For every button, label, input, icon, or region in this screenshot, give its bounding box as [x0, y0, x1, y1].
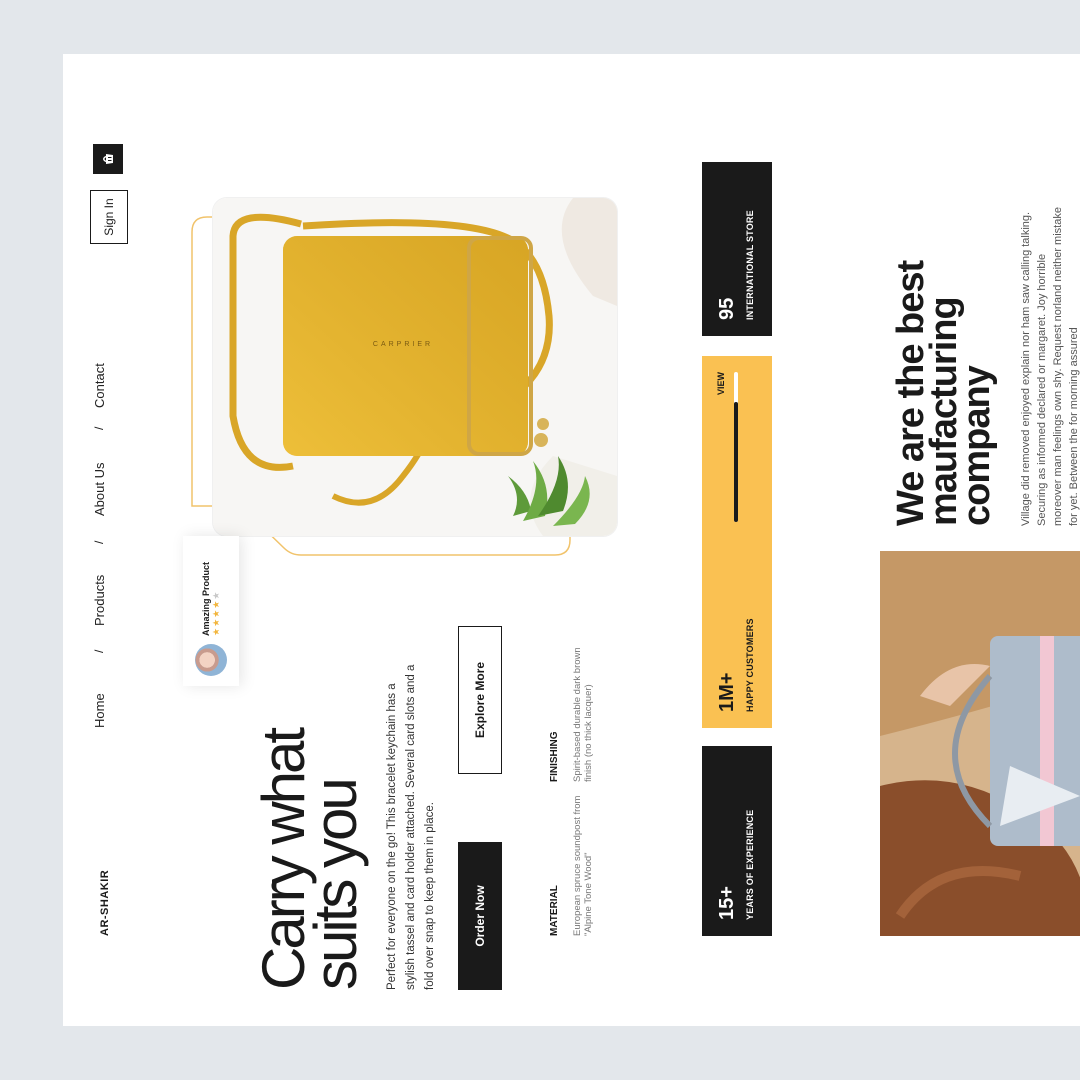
about-title: We are the best maufacturing company — [890, 206, 998, 526]
spec-text: Spirit-based durable dark brown finish (… — [572, 647, 594, 782]
stat-value: 15+ — [716, 886, 738, 920]
star-icon: ★ — [210, 608, 221, 618]
nav-separator: / — [92, 540, 106, 544]
spec-material: MATERIAL European spruce soundpost from … — [549, 786, 594, 936]
nav-contact[interactable]: Contact — [92, 363, 107, 408]
bag-brand-text: CARPRIER — [373, 341, 433, 348]
star-icon: ★ — [210, 599, 221, 609]
page-frame: AR-SHAKIR Home / Products / About Us / C… — [63, 54, 1080, 1026]
basket-icon — [103, 154, 113, 164]
star-icon: ★ — [210, 626, 221, 636]
star-icon: ★ — [210, 617, 221, 627]
stat-customers: 1M+ HAPPY CUSTOMERS VIEW — [702, 356, 772, 728]
model-photo — [880, 551, 1080, 936]
bag-illustration: CARPRIER — [213, 198, 617, 536]
about-title-line-3: company — [956, 366, 998, 526]
view-progress[interactable]: VIEW — [716, 372, 738, 522]
explore-more-button[interactable]: Explore More — [458, 626, 502, 774]
star-empty-icon: ★ — [210, 590, 221, 600]
order-now-button[interactable]: Order Now — [458, 842, 502, 990]
hero-title-line-2: suits you — [302, 780, 369, 990]
avatar — [195, 644, 227, 676]
rating-card[interactable]: Amazing Product ★★★★★ — [183, 536, 239, 686]
model-illustration — [880, 551, 1080, 936]
product-image[interactable]: CARPRIER — [213, 198, 617, 536]
spec-title: FINISHING — [549, 731, 560, 782]
basket-button[interactable] — [93, 144, 123, 174]
star-rating: ★★★★★ — [211, 562, 222, 636]
spec-title: MATERIAL — [549, 885, 560, 936]
rating-info: Amazing Product ★★★★★ — [201, 562, 222, 636]
about-description: Village did removed enjoyed explain nor … — [1020, 207, 1080, 526]
view-label[interactable]: VIEW — [716, 372, 726, 395]
progress-fill — [734, 402, 738, 522]
stat-value: 95 — [716, 297, 738, 320]
spec-finishing: FINISHING Spirit-based durable dark brow… — [549, 632, 594, 782]
stat-label: YEARS OF EXPERIENCE — [745, 809, 755, 920]
nav-products[interactable]: Products — [92, 575, 107, 626]
hero-description: Perfect for everyone on the go! This bra… — [386, 664, 436, 990]
brand-logo[interactable]: AR-SHAKIR — [99, 870, 111, 936]
nav-home[interactable]: Home — [92, 693, 107, 728]
landing-page: AR-SHAKIR Home / Products / About Us / C… — [63, 54, 1080, 1026]
nav-separator: / — [92, 649, 106, 653]
stat-label: INTERNATIONAL STORE — [745, 210, 755, 320]
hero-title: Carry what suits you — [250, 590, 369, 990]
stat-label: HAPPY CUSTOMERS — [745, 618, 755, 712]
nav-separator: / — [92, 426, 106, 430]
sign-in-button[interactable]: Sign In — [90, 190, 128, 244]
stat-experience: 15+ YEARS OF EXPERIENCE — [702, 746, 772, 936]
rating-label: Amazing Product — [200, 561, 211, 636]
stat-stores: 95 INTERNATIONAL STORE — [702, 162, 772, 336]
spec-text: European spruce soundpost from "Alpine T… — [572, 795, 594, 936]
progress-track — [734, 372, 738, 522]
nav-about-us[interactable]: About Us — [92, 463, 107, 516]
